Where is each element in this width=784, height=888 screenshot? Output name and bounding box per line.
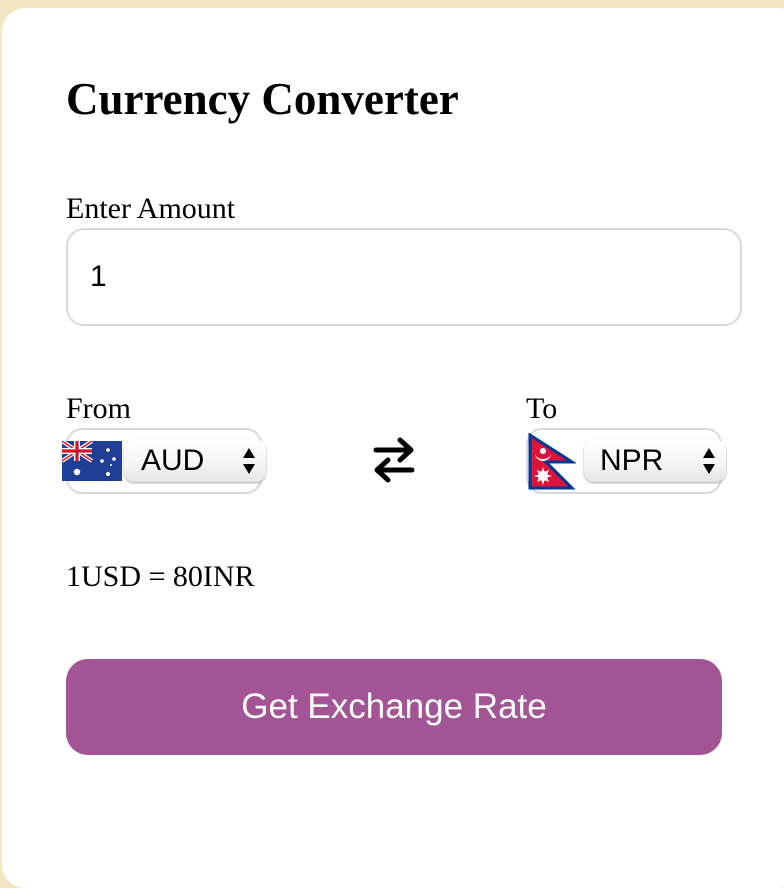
- updown-chevron-icon: [243, 448, 255, 474]
- nepal-flag-icon: [528, 433, 576, 490]
- to-currency-value: NPR: [600, 444, 664, 477]
- exchange-rate-message: 1USD = 80INR: [66, 560, 255, 593]
- get-exchange-rate-button[interactable]: Get Exchange Rate: [66, 659, 722, 755]
- to-currency-select[interactable]: NPR: [584, 440, 726, 482]
- amount-input[interactable]: [66, 228, 742, 326]
- amount-label: Enter Amount: [66, 192, 236, 225]
- from-currency-value: AUD: [141, 444, 205, 477]
- from-label: From: [66, 392, 132, 425]
- australia-flag-icon: [62, 441, 122, 481]
- page-title: Currency Converter: [66, 74, 459, 124]
- swap-arrows-icon[interactable]: [370, 434, 418, 486]
- from-currency-select[interactable]: AUD: [124, 440, 266, 482]
- to-label: To: [526, 392, 558, 425]
- updown-chevron-icon: [703, 448, 715, 474]
